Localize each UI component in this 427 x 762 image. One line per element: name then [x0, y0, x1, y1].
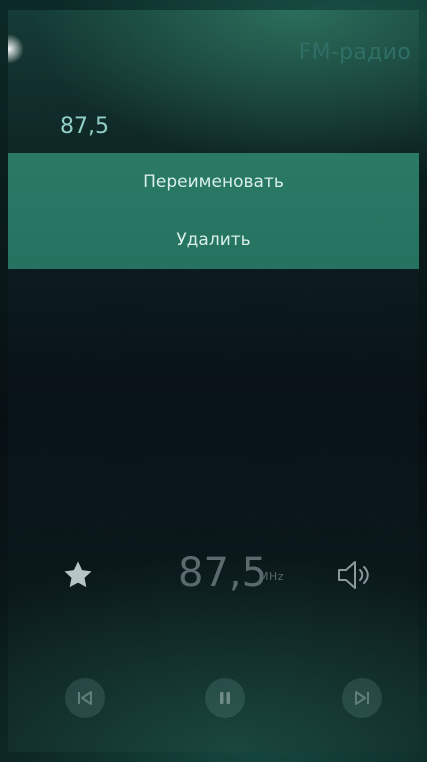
station-name[interactable]: 87,5 — [60, 114, 109, 139]
frequency-unit: MHz — [259, 570, 285, 583]
context-menu: Переименовать Удалить — [8, 153, 419, 269]
skip-previous-button[interactable] — [65, 678, 105, 718]
pause-icon — [215, 688, 235, 708]
star-icon[interactable] — [61, 558, 95, 592]
pulley-menu-indicator — [8, 34, 24, 64]
rename-menu-item[interactable]: Переименовать — [8, 153, 419, 211]
delete-menu-item[interactable]: Удалить — [8, 211, 419, 269]
frequency-display: 87,5 — [178, 550, 268, 596]
page-title: FM-радио — [298, 40, 411, 65]
skip-next-icon — [352, 688, 372, 708]
transport-controls — [8, 678, 419, 720]
player-controls: 87,5 MHz — [8, 550, 419, 596]
app-window: FM-радио 87,5 Переименовать Удалить 87,5… — [8, 10, 419, 752]
speaker-icon[interactable] — [335, 558, 383, 592]
skip-previous-icon — [75, 688, 95, 708]
skip-next-button[interactable] — [342, 678, 382, 718]
pause-button[interactable] — [205, 678, 245, 718]
